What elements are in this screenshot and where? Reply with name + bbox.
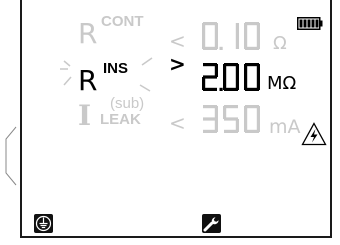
segment-b <box>235 64 239 77</box>
wrench-softkey[interactable] <box>202 214 221 233</box>
digit <box>223 23 239 49</box>
device-panel: R CONT < R INS > I (sub) LEAK < Ω MΩ mA <box>0 0 340 245</box>
segment-e <box>244 36 248 49</box>
segment-f <box>244 23 248 36</box>
ileak-unit: mA <box>269 116 301 138</box>
segment-e <box>223 36 226 49</box>
segment-g <box>224 117 238 121</box>
segment-e <box>244 77 248 90</box>
segment-e <box>244 119 248 132</box>
wrench-icon <box>203 217 219 232</box>
segment-b <box>214 23 218 36</box>
segment-d <box>203 129 217 133</box>
rcont-arrow-icon: < <box>169 29 186 53</box>
digit <box>223 105 239 133</box>
decimal-point <box>219 46 223 50</box>
segment-e <box>202 36 206 49</box>
decimal-point <box>219 87 223 91</box>
segment-f <box>223 64 227 77</box>
segment-b <box>235 23 239 36</box>
segment-f <box>244 106 248 119</box>
digit <box>244 22 260 50</box>
digit <box>202 63 218 91</box>
segment-f <box>223 23 226 36</box>
rcont-unit: Ω <box>273 33 287 54</box>
segment-b <box>256 64 260 77</box>
segment-b <box>256 23 260 36</box>
digit <box>244 63 260 91</box>
ileak-arrow-icon: < <box>169 111 186 135</box>
digit <box>202 22 218 50</box>
segment-g <box>203 117 217 121</box>
segment-f <box>244 64 248 77</box>
rcont-symbol: R <box>78 17 98 50</box>
segment-f <box>202 23 206 36</box>
battery-full-icon <box>297 17 323 30</box>
segment-e <box>223 77 227 90</box>
segment-b <box>214 106 218 119</box>
rins-unit: MΩ <box>267 73 297 94</box>
segment-f <box>223 106 227 119</box>
rins-superscript: INS <box>103 60 129 77</box>
side-bracket <box>5 126 17 186</box>
digit <box>244 105 260 133</box>
rins-arrow-icon: > <box>169 52 186 76</box>
segment-e <box>202 77 206 90</box>
earth-ground-softkey[interactable] <box>34 214 53 233</box>
lcd-screen: R CONT < R INS > I (sub) LEAK < Ω MΩ mA <box>20 0 332 238</box>
digit <box>203 105 218 133</box>
rins-symbol: R <box>78 64 98 97</box>
segment-b <box>214 64 218 77</box>
digit <box>223 63 239 91</box>
earth-ground-icon <box>35 215 52 232</box>
ileak-subscript: LEAK <box>100 111 141 128</box>
ileak-superscript: (sub) <box>110 95 145 112</box>
segment-c <box>235 36 239 49</box>
rcont-superscript: CONT <box>101 13 144 30</box>
segment-b <box>256 106 260 119</box>
high-voltage-warning-icon <box>301 122 327 146</box>
segment-g <box>203 75 217 79</box>
segment-d <box>224 129 238 133</box>
ileak-symbol: I <box>78 99 92 132</box>
